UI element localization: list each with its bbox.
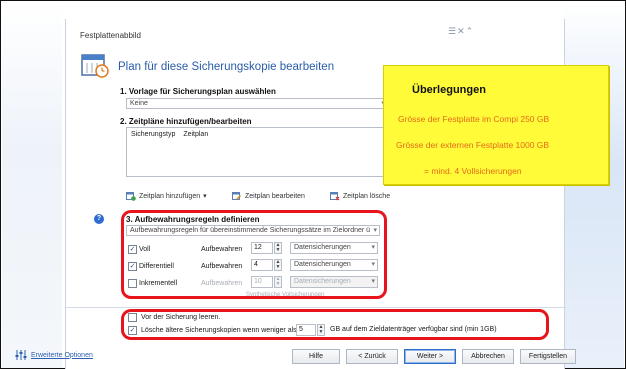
retention-highlight-frame	[121, 210, 387, 299]
next-button[interactable]: Weiter >	[404, 349, 456, 364]
background-right	[564, 2, 624, 368]
section-divider	[66, 307, 566, 308]
schedule-list[interactable]: Sicherungstyp Zeitplan	[126, 127, 388, 177]
finish-button[interactable]: Fertigstellen	[520, 349, 576, 364]
help-icon[interactable]: ?	[94, 214, 104, 224]
note-line-1: Grösse der Festplatte im Compi 250 GB	[398, 114, 550, 124]
window-controls[interactable]: ☰✕⌃	[448, 26, 474, 37]
template-select-value: Keine	[130, 100, 148, 107]
delete-schedule-icon	[330, 192, 340, 201]
screenshot-frame: Festplattenabbild ☰✕⌃ Plan für diese Sic…	[0, 0, 626, 369]
sliders-icon	[15, 350, 27, 360]
page-heading: Plan für diese Sicherungskopie bearbeite…	[118, 61, 335, 73]
window-title: Festplattenabbild	[80, 31, 141, 40]
back-button[interactable]: < Zurück	[346, 349, 398, 364]
note-title: Überlegungen	[412, 84, 486, 96]
calendar-icon	[81, 54, 109, 78]
note-line-2: Grösse der externen Festplatte 1000 GB	[396, 140, 550, 150]
annotation-note: Überlegungen Grösse der Festplatte im Co…	[383, 65, 609, 185]
background-left	[2, 2, 62, 368]
edit-schedule-label: Zeitplan bearbeiten	[245, 192, 305, 200]
column-header-schedule: Zeitplan	[183, 131, 209, 138]
step1-label: 1. Vorlage für Sicherungsplan auswählen	[120, 87, 276, 96]
cancel-button[interactable]: Abbrechen	[462, 349, 514, 364]
options-highlight-frame	[121, 309, 549, 340]
add-schedule-label: Zeitplan hinzufügen	[139, 192, 201, 200]
advanced-options-label: Erweiterte Optionen	[31, 351, 93, 359]
edit-schedule-icon	[232, 192, 241, 200]
add-schedule-icon	[126, 192, 136, 201]
advanced-options-link[interactable]: Erweiterte Optionen	[15, 349, 93, 361]
template-select[interactable]: Keine ▾	[126, 98, 388, 109]
delete-schedule-label: Zeitplan lösche	[343, 192, 391, 200]
add-schedule-button[interactable]: Zeitplan hinzufügen ▾	[126, 191, 207, 201]
note-line-3: = mind. 4 Vollsicherungen	[424, 166, 522, 176]
edit-schedule-button[interactable]: Zeitplan bearbeiten	[232, 191, 305, 201]
delete-schedule-button[interactable]: Zeitplan lösche	[330, 191, 390, 201]
help-button[interactable]: Hilfe	[292, 349, 340, 364]
column-header-type: Sicherungstyp	[131, 131, 176, 138]
dropdown-arrow-icon: ▾	[203, 193, 207, 200]
step2-label: 2. Zeitpläne hinzufügen/bearbeiten	[120, 117, 252, 126]
schedule-list-header: Sicherungstyp Zeitplan	[131, 131, 214, 138]
